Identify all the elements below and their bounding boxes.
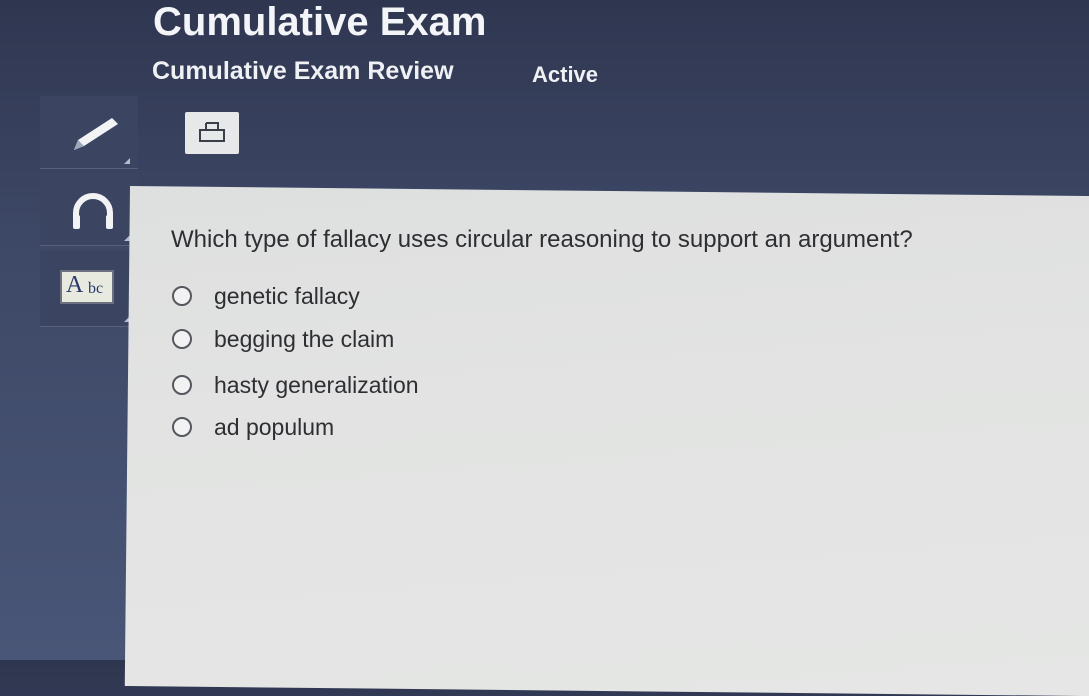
pencil-tool-button[interactable]	[40, 96, 138, 169]
answer-option[interactable]: hasty generalization	[172, 370, 419, 400]
option-label: genetic fallacy	[214, 283, 360, 309]
radio-button[interactable]	[172, 329, 192, 349]
radio-button[interactable]	[172, 417, 192, 437]
radio-button[interactable]	[172, 286, 192, 306]
assignment-title: Cumulative Exam Review	[152, 57, 454, 85]
answer-option[interactable]: begging the claim	[172, 324, 394, 354]
headphones-icon	[73, 193, 113, 229]
answer-option[interactable]: ad populum	[172, 412, 334, 442]
dictionary-tool-button[interactable]: A bc	[40, 250, 138, 327]
question-text: Which type of fallacy uses circular reas…	[171, 226, 913, 253]
printer-icon	[199, 122, 225, 142]
page-title: Cumulative Exam	[153, 0, 487, 44]
answer-option[interactable]: genetic fallacy	[172, 281, 360, 311]
option-label: begging the claim	[214, 326, 395, 352]
abc-icon: A bc	[60, 270, 114, 304]
tool-sidebar: A bc	[40, 96, 138, 327]
option-label: ad populum	[214, 414, 335, 440]
status-label: Active	[532, 62, 599, 87]
pencil-icon	[74, 118, 118, 150]
option-label: hasty generalization	[214, 372, 419, 398]
print-button[interactable]	[185, 112, 239, 154]
audio-tool-button[interactable]	[40, 173, 138, 246]
radio-button[interactable]	[172, 375, 192, 395]
